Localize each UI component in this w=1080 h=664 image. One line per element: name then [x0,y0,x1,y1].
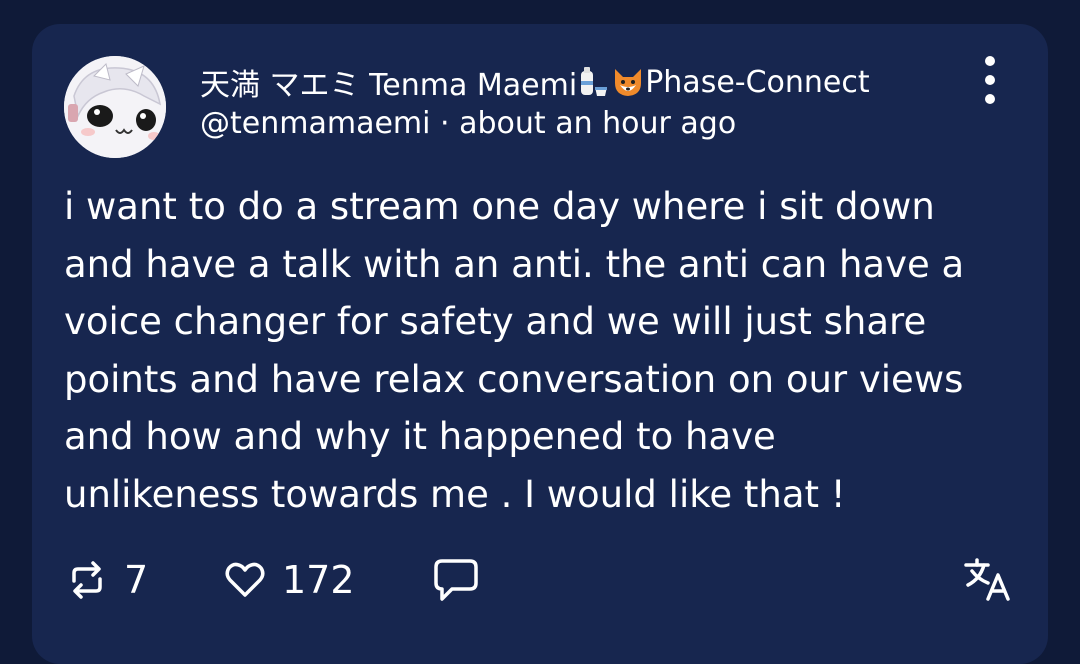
display-name-row[interactable]: 天満 マエミ Tenma Maemi Phase-Connect [200,60,870,104]
avatar-image [64,56,166,158]
post-body: i want to do a stream one day where i si… [64,185,965,516]
avatar[interactable] [64,56,166,158]
display-name-suffix[interactable]: Phase-Connect [645,65,869,100]
like-count: 172 [282,558,355,602]
translate-button[interactable] [962,552,1014,608]
separator: · [440,106,450,141]
handle-row: @tenmamaemi · about an hour ago [200,106,736,141]
reply-button[interactable] [430,552,482,608]
repost-count: 7 [124,558,149,602]
repost-button[interactable]: 7 [64,552,148,608]
heart-icon [225,562,265,597]
action-bar: 7 172 [64,552,1024,608]
handle[interactable]: @tenmamaemi [200,106,430,141]
repost-icon [72,561,102,599]
translate-icon [964,558,1010,601]
fox-emoji-icon [615,69,642,96]
display-name[interactable]: 天満 マエミ Tenma Maemi [200,60,577,104]
post-card[interactable]: 天満 マエミ Tenma Maemi Phase-Connect @tenmam… [32,24,1048,664]
more-vertical-icon[interactable] [970,56,1010,104]
reply-icon [434,559,478,601]
like-button[interactable]: 172 [222,552,355,608]
timestamp[interactable]: about an hour ago [459,106,736,141]
sake-emoji-icon [581,67,608,96]
